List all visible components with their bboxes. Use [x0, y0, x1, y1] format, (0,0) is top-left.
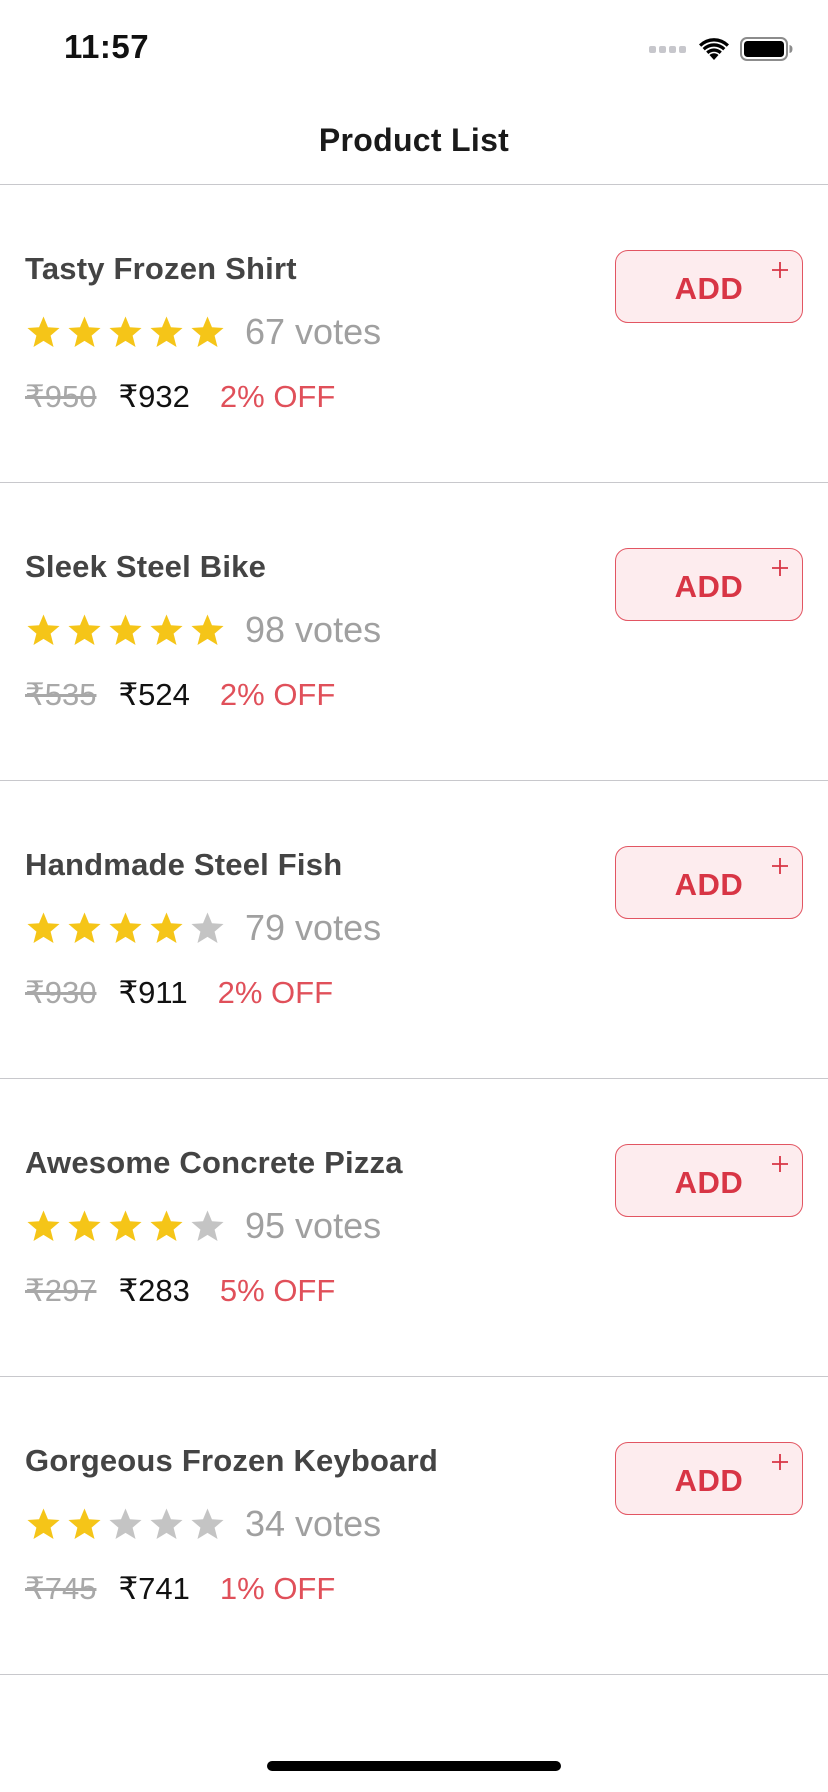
add-button[interactable]: ADD: [615, 1144, 803, 1217]
product-name: Handmade Steel Fish: [25, 847, 343, 882]
star-filled-icon: [150, 315, 183, 347]
original-price: ₹535: [25, 677, 97, 712]
star-filled-icon: [191, 315, 224, 347]
product-name: Gorgeous Frozen Keyboard: [25, 1443, 439, 1478]
wifi-icon: [699, 38, 729, 60]
vote-count: 67 votes: [245, 311, 382, 352]
star-filled-icon: [150, 613, 183, 645]
status-icons: [649, 34, 794, 64]
rating: 67 votes: [25, 309, 381, 355]
rating: 98 votes: [25, 607, 381, 653]
star-filled-icon: [68, 315, 101, 347]
original-price: ₹745: [25, 1571, 97, 1606]
vote-count: 34 votes: [245, 1503, 382, 1544]
star-filled-icon: [109, 315, 142, 347]
price-line: ₹930 ₹911 2% OFF: [25, 973, 333, 1013]
discount-label: 2% OFF: [217, 975, 334, 1010]
price-line: ₹535 ₹524 2% OFF: [25, 675, 335, 715]
star-empty-icon: [191, 1507, 224, 1539]
vote-count: 79 votes: [245, 907, 382, 948]
star-rating: [25, 314, 226, 351]
star-filled-icon: [68, 1507, 101, 1539]
plus-icon: [772, 1156, 788, 1172]
star-rating: [25, 1208, 226, 1245]
star-filled-icon: [109, 911, 142, 943]
price-line: ₹297 ₹283 5% OFF: [25, 1271, 335, 1311]
product-row[interactable]: Tasty Frozen Shirt 67 votes ₹950 ₹932 2% OFF…: [0, 185, 828, 483]
product-name: Sleek Steel Bike: [25, 549, 267, 584]
page-title: Product List: [318, 121, 510, 158]
product-row[interactable]: Handmade Steel Fish 79 votes ₹930 ₹911 2% OF…: [0, 781, 828, 1079]
star-filled-icon: [150, 1209, 183, 1241]
star-filled-icon: [68, 1209, 101, 1241]
star-filled-icon: [68, 911, 101, 943]
original-price: ₹930: [25, 975, 97, 1010]
discount-label: 2% OFF: [219, 677, 336, 712]
add-button[interactable]: ADD: [615, 548, 803, 621]
rating: 95 votes: [25, 1203, 381, 1249]
star-filled-icon: [27, 613, 60, 645]
add-button[interactable]: ADD: [615, 846, 803, 919]
add-button[interactable]: ADD: [615, 1442, 803, 1515]
vote-count: 95 votes: [245, 1205, 382, 1246]
star-rating: [25, 1506, 226, 1543]
sale-price: ₹911: [118, 975, 188, 1010]
discount-label: 5% OFF: [219, 1273, 336, 1308]
product-row[interactable]: Gorgeous Frozen Keyboard 34 votes ₹745 ₹741…: [0, 1377, 828, 1675]
status-bar: 11:57: [0, 0, 828, 96]
star-filled-icon: [27, 911, 60, 943]
product-name: Awesome Concrete Pizza: [25, 1145, 403, 1180]
star-filled-icon: [27, 315, 60, 347]
star-filled-icon: [109, 613, 142, 645]
vote-count: 98 votes: [245, 609, 382, 650]
plus-icon: [772, 858, 788, 874]
star-filled-icon: [27, 1507, 60, 1539]
plus-icon: [772, 1454, 788, 1470]
nav-bar: Product List: [0, 96, 828, 185]
plus-icon: [772, 560, 788, 576]
sale-price: ₹932: [118, 379, 190, 414]
discount-label: 2% OFF: [219, 379, 336, 414]
product-name: Tasty Frozen Shirt: [25, 251, 297, 286]
rating: 34 votes: [25, 1501, 381, 1547]
original-price: ₹297: [25, 1273, 97, 1308]
battery-icon: [740, 37, 793, 61]
star-filled-icon: [109, 1209, 142, 1241]
star-empty-icon: [150, 1507, 183, 1539]
star-empty-icon: [109, 1507, 142, 1539]
cellular-signal-icon: [649, 45, 686, 53]
product-list[interactable]: Tasty Frozen Shirt 67 votes ₹950 ₹932 2% OFF…: [0, 185, 828, 1675]
discount-label: 1% OFF: [219, 1571, 336, 1606]
star-filled-icon: [150, 911, 183, 943]
star-filled-icon: [191, 613, 224, 645]
product-row[interactable]: Sleek Steel Bike 98 votes ₹535 ₹524 2% OFF AD…: [0, 483, 828, 781]
star-filled-icon: [27, 1209, 60, 1241]
original-price: ₹950: [25, 379, 97, 414]
sale-price: ₹741: [118, 1571, 190, 1606]
plus-icon: [772, 262, 788, 278]
star-empty-icon: [191, 911, 224, 943]
sale-price: ₹524: [118, 677, 190, 712]
sale-price: ₹283: [118, 1273, 190, 1308]
product-row[interactable]: Awesome Concrete Pizza 95 votes ₹297 ₹283 5%…: [0, 1079, 828, 1377]
price-line: ₹950 ₹932 2% OFF: [25, 377, 335, 417]
rating: 79 votes: [25, 905, 381, 951]
status-time: 11:57: [64, 28, 150, 65]
home-indicator[interactable]: [267, 1761, 561, 1771]
star-rating: [25, 612, 226, 649]
star-rating: [25, 910, 226, 947]
price-line: ₹745 ₹741 1% OFF: [25, 1569, 335, 1609]
add-button[interactable]: ADD: [615, 250, 803, 323]
star-filled-icon: [68, 613, 101, 645]
star-empty-icon: [191, 1209, 224, 1241]
